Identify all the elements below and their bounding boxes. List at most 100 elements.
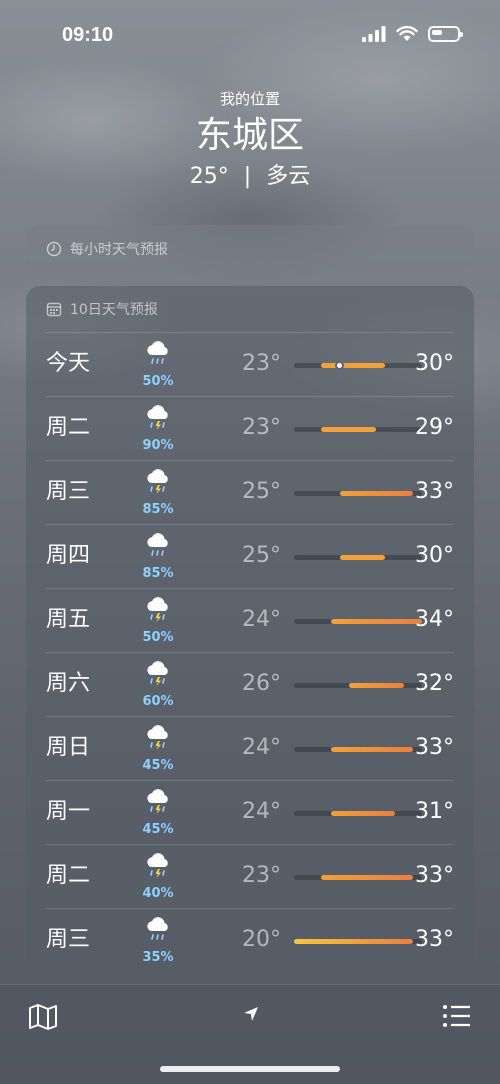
forecast-day: 周六 bbox=[46, 671, 91, 696]
forecast-day: 周一 bbox=[46, 799, 91, 824]
precip-chance: 85% bbox=[142, 502, 174, 517]
current-conditions: 25° | 多云 bbox=[0, 162, 500, 192]
temp-range-bar bbox=[330, 619, 422, 624]
forecast-day: 周五 bbox=[46, 607, 91, 632]
temp-range-bar bbox=[294, 939, 413, 944]
cloud-bolt-rain-icon bbox=[143, 595, 173, 629]
low-temp: 23° bbox=[242, 863, 281, 888]
forecast-row[interactable]: 周二 40% 23° 33° bbox=[46, 844, 454, 908]
ten-day-forecast-card[interactable]: 10日天气预报 今天 50% 23° 30° 周二 90% 23° 29° 周三 85% 25° 33… bbox=[26, 286, 474, 972]
low-temp: 24° bbox=[242, 799, 281, 824]
ten-day-forecast-title: 10日天气预报 bbox=[70, 302, 158, 318]
temp-range-track bbox=[294, 811, 422, 816]
forecast-day: 周三 bbox=[46, 479, 91, 504]
location-label: 我的位置 bbox=[219, 90, 280, 108]
forecast-rows: 今天 50% 23° 30° 周二 90% 23° 29° 周三 85% 25° 33° 周四 85% 25… bbox=[26, 332, 474, 972]
temp-range-bar bbox=[348, 683, 404, 688]
calendar-icon bbox=[46, 302, 62, 317]
low-temp: 25° bbox=[242, 543, 281, 568]
temp-range-track bbox=[294, 361, 422, 370]
high-temp: 30° bbox=[415, 351, 454, 376]
location-arrow-icon[interactable] bbox=[242, 1005, 260, 1023]
current-condition: 多云 bbox=[266, 164, 311, 189]
city-name: 东城区 bbox=[195, 115, 304, 156]
ten-day-header: 10日天气预报 bbox=[26, 286, 474, 332]
high-temp: 33° bbox=[415, 863, 454, 888]
forecast-row[interactable]: 周三 35% 20° 33° bbox=[46, 908, 454, 972]
forecast-day: 周二 bbox=[46, 863, 91, 888]
temp-range-bar bbox=[321, 427, 377, 432]
high-temp: 30° bbox=[415, 543, 454, 568]
high-temp: 33° bbox=[415, 927, 454, 952]
forecast-row[interactable]: 周六 60% 26° 32° bbox=[46, 652, 454, 716]
precip-chance: 60% bbox=[142, 694, 174, 709]
low-temp: 23° bbox=[242, 351, 281, 376]
status-time: 09:10 bbox=[62, 24, 114, 46]
forecast-row[interactable]: 周四 85% 25° 30° bbox=[46, 524, 454, 588]
temp-range-track bbox=[294, 619, 422, 624]
forecast-row[interactable]: 周日 45% 24° 33° bbox=[46, 716, 454, 780]
separator: | bbox=[243, 164, 252, 189]
forecast-row[interactable]: 周三 85% 25° 33° bbox=[46, 460, 454, 524]
status-icons bbox=[362, 26, 463, 42]
temp-range-bar bbox=[330, 811, 395, 816]
forecast-day: 周四 bbox=[46, 543, 91, 568]
low-temp: 25° bbox=[242, 479, 281, 504]
cloud-bolt-rain-icon bbox=[143, 851, 173, 885]
current-temp-dot bbox=[335, 361, 345, 370]
temp-range-bar bbox=[321, 363, 386, 368]
hourly-forecast-card[interactable]: 每小时天气预报 bbox=[26, 225, 474, 273]
map-icon[interactable] bbox=[28, 1003, 58, 1031]
cloud-bolt-rain-icon bbox=[143, 467, 173, 501]
temp-range-bar bbox=[339, 491, 413, 496]
high-temp: 29° bbox=[415, 415, 454, 440]
low-temp: 26° bbox=[242, 671, 281, 696]
temp-range-track bbox=[294, 555, 422, 560]
cloud-rain-icon bbox=[143, 531, 173, 565]
precip-chance: 40% bbox=[142, 886, 174, 901]
high-temp: 33° bbox=[415, 735, 454, 760]
temp-range-track bbox=[294, 491, 422, 496]
precip-chance: 45% bbox=[142, 822, 174, 837]
temp-range-track bbox=[294, 939, 422, 944]
high-temp: 32° bbox=[415, 671, 454, 696]
wifi-icon bbox=[396, 26, 418, 41]
precip-chance: 50% bbox=[142, 630, 174, 645]
cloud-bolt-rain-icon bbox=[143, 723, 173, 757]
location-header: 我的位置 东城区 25° | 多云 bbox=[0, 88, 500, 192]
cloud-rain-icon bbox=[143, 915, 173, 949]
cloud-bolt-rain-icon bbox=[143, 787, 173, 821]
cloud-rain-icon bbox=[143, 339, 173, 373]
forecast-row[interactable]: 周一 45% 24° 31° bbox=[46, 780, 454, 844]
temp-range-bar bbox=[330, 747, 413, 752]
list-icon[interactable] bbox=[442, 1003, 472, 1029]
precip-chance: 50% bbox=[142, 374, 174, 389]
precip-chance: 45% bbox=[142, 758, 174, 773]
precip-chance: 90% bbox=[142, 438, 174, 453]
forecast-row[interactable]: 周二 90% 23° 29° bbox=[46, 396, 454, 460]
cloud-bolt-rain-icon bbox=[143, 403, 173, 437]
low-temp: 24° bbox=[242, 735, 281, 760]
cellular-signal-icon bbox=[362, 26, 386, 42]
forecast-day: 周日 bbox=[46, 735, 91, 760]
forecast-row[interactable]: 今天 50% 23° 30° bbox=[46, 332, 454, 396]
status-bar: 09:10 bbox=[0, 0, 500, 74]
precip-chance: 85% bbox=[142, 566, 174, 581]
current-temperature: 25° bbox=[189, 164, 229, 189]
temp-range-track bbox=[294, 427, 422, 432]
temp-range-track bbox=[294, 875, 422, 880]
forecast-row[interactable]: 周五 50% 24° 34° bbox=[46, 588, 454, 652]
temp-range-track bbox=[294, 747, 422, 752]
precip-chance: 35% bbox=[142, 950, 174, 965]
high-temp: 34° bbox=[415, 607, 454, 632]
temp-range-track bbox=[294, 683, 422, 688]
cloud-bolt-rain-icon bbox=[143, 659, 173, 693]
high-temp: 33° bbox=[415, 479, 454, 504]
high-temp: 31° bbox=[415, 799, 454, 824]
forecast-day: 今天 bbox=[46, 351, 91, 376]
low-temp: 23° bbox=[242, 415, 281, 440]
forecast-day: 周三 bbox=[46, 927, 91, 952]
temp-range-bar bbox=[339, 555, 386, 560]
home-indicator bbox=[160, 1066, 340, 1072]
hourly-forecast-title: 每小时天气预报 bbox=[70, 242, 168, 258]
